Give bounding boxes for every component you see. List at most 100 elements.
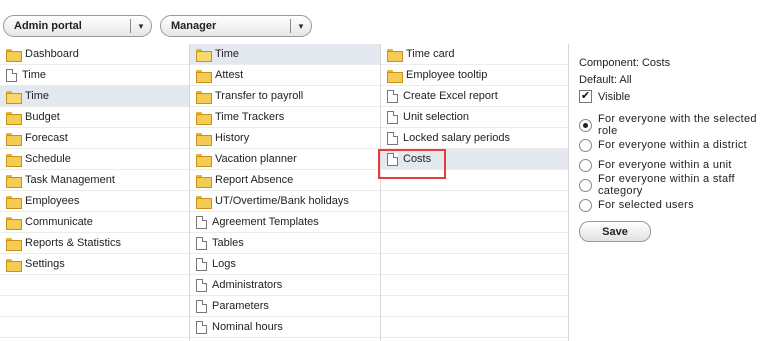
menu-item-label: Task Management (25, 174, 115, 186)
chevron-down-icon[interactable]: ▼ (291, 22, 311, 31)
menu-item[interactable]: Time (190, 44, 380, 65)
folder-icon (6, 153, 22, 167)
folder-icon (387, 48, 403, 62)
menu-item[interactable]: Time (0, 65, 189, 86)
folder-icon (196, 174, 212, 188)
menu-item[interactable]: Nominal hours (190, 317, 380, 338)
menu-item-label: Transfer to payroll (215, 90, 304, 102)
menu-item[interactable]: Task Management (0, 170, 189, 191)
menu-item-label: Locked salary periods (403, 132, 511, 144)
menu-item-label: Dashboard (25, 48, 79, 60)
menu-item[interactable]: Transfer to payroll (190, 86, 380, 107)
menu-item[interactable]: Locked salary periods (381, 128, 568, 149)
menu-item-label: Logs (212, 258, 236, 270)
menu-item-label: Unit selection (403, 111, 470, 123)
menu-item[interactable]: Agreement Templates (190, 212, 380, 233)
menu-item[interactable]: Vacation planner (190, 149, 380, 170)
menu-item-label: Tables (212, 237, 244, 249)
menu-item[interactable]: Employees (0, 191, 189, 212)
access-option-label: For everyone with the selected role (598, 113, 757, 137)
file-icon (387, 110, 398, 124)
visible-checkbox-row[interactable]: ✔ Visible (579, 88, 763, 105)
visible-checkbox[interactable]: ✔ (579, 90, 592, 103)
radio-button[interactable] (579, 178, 592, 192)
folder-icon (6, 132, 22, 146)
access-option-label: For everyone within a staff category (598, 173, 735, 197)
menu-item-label: Schedule (25, 153, 71, 165)
access-option-label: For selected users (598, 199, 694, 211)
menu-item-label: History (215, 132, 250, 144)
empty-row (381, 317, 568, 338)
menu-item[interactable]: Budget (0, 107, 189, 128)
menu-item[interactable]: Communicate (0, 212, 189, 233)
folder-icon (6, 174, 22, 188)
menu-item[interactable]: Forecast (0, 128, 189, 149)
access-option[interactable]: For everyone within a staff category (579, 173, 763, 197)
empty-row (0, 317, 189, 338)
menu-item[interactable]: Time card (381, 44, 568, 65)
menu-item[interactable]: Time Trackers (190, 107, 380, 128)
folder-icon (387, 69, 403, 83)
folder-icon (6, 216, 22, 230)
menu-item[interactable]: Unit selection (381, 107, 568, 128)
access-option[interactable]: For everyone within a district (579, 135, 763, 155)
access-radio-group: For everyone with the selected role For e… (579, 113, 763, 215)
empty-row (0, 275, 189, 296)
menu-item[interactable]: Tables (190, 233, 380, 254)
menu-item-label: Employees (25, 195, 80, 207)
portal-dropdown[interactable]: Admin portal ▼ (3, 15, 152, 37)
menu-item[interactable]: Logs (190, 254, 380, 275)
radio-button[interactable] (579, 158, 592, 172)
file-icon (196, 215, 207, 229)
radio-button[interactable] (579, 118, 592, 132)
file-icon (196, 278, 207, 292)
menu-item-label: Vacation planner (215, 153, 297, 165)
menu-item-label: Time card (406, 48, 455, 60)
menu-column-level-1: Dashboard Time Time Budget Forecast Schedule T… (0, 44, 190, 341)
menu-item[interactable]: History (190, 128, 380, 149)
menu-item[interactable]: Employee tooltip (381, 65, 568, 86)
menu-item-label: Forecast (25, 132, 68, 144)
folder-open-icon (196, 48, 212, 62)
menu-item-label: Administrators (212, 279, 283, 291)
empty-row (381, 233, 568, 254)
menu-item-label: Time (215, 48, 240, 60)
folder-icon (6, 258, 22, 272)
empty-row (0, 296, 189, 317)
menu-item-label: Report Absence (215, 174, 294, 186)
folder-icon (6, 237, 22, 251)
menu-item[interactable]: Dashboard (0, 44, 189, 65)
save-button[interactable]: Save (579, 221, 651, 242)
folder-icon (6, 111, 22, 125)
menu-item-label: Employee tooltip (406, 69, 488, 81)
access-option[interactable]: For everyone with the selected role (579, 113, 763, 137)
empty-row (381, 191, 568, 212)
folder-icon (6, 48, 22, 62)
component-name: Component: Costs (579, 56, 671, 69)
radio-button[interactable] (579, 198, 592, 212)
role-dropdown[interactable]: Manager ▼ (160, 15, 312, 37)
radio-button[interactable] (579, 138, 592, 152)
menu-item[interactable]: Schedule (0, 149, 189, 170)
menu-item[interactable]: Reports & Statistics (0, 233, 189, 254)
folder-icon (196, 90, 212, 104)
menu-item[interactable]: Report Absence (190, 170, 380, 191)
menu-item[interactable]: Create Excel report (381, 86, 568, 107)
empty-row (381, 275, 568, 296)
top-toolbar: Admin portal ▼ Manager ▼ (0, 0, 763, 46)
chevron-down-icon[interactable]: ▼ (131, 22, 151, 31)
menu-item[interactable]: Parameters (190, 296, 380, 317)
menu-item[interactable]: Attest (190, 65, 380, 86)
menu-item-label: Time (22, 69, 47, 81)
menu-item[interactable]: UT/Overtime/Bank holidays (190, 191, 380, 212)
menu-item[interactable]: Administrators (190, 275, 380, 296)
access-option[interactable]: For selected users (579, 195, 763, 215)
menu-item-label: Budget (25, 111, 60, 123)
access-option[interactable]: For everyone within a unit (579, 155, 763, 175)
menu-item[interactable]: Time (0, 86, 189, 107)
role-dropdown-value: Manager (171, 20, 217, 32)
menu-item[interactable]: Settings (0, 254, 189, 275)
menu-item-label: Time Trackers (215, 111, 285, 123)
default-value: Default: All (579, 73, 632, 86)
file-icon (196, 299, 207, 313)
